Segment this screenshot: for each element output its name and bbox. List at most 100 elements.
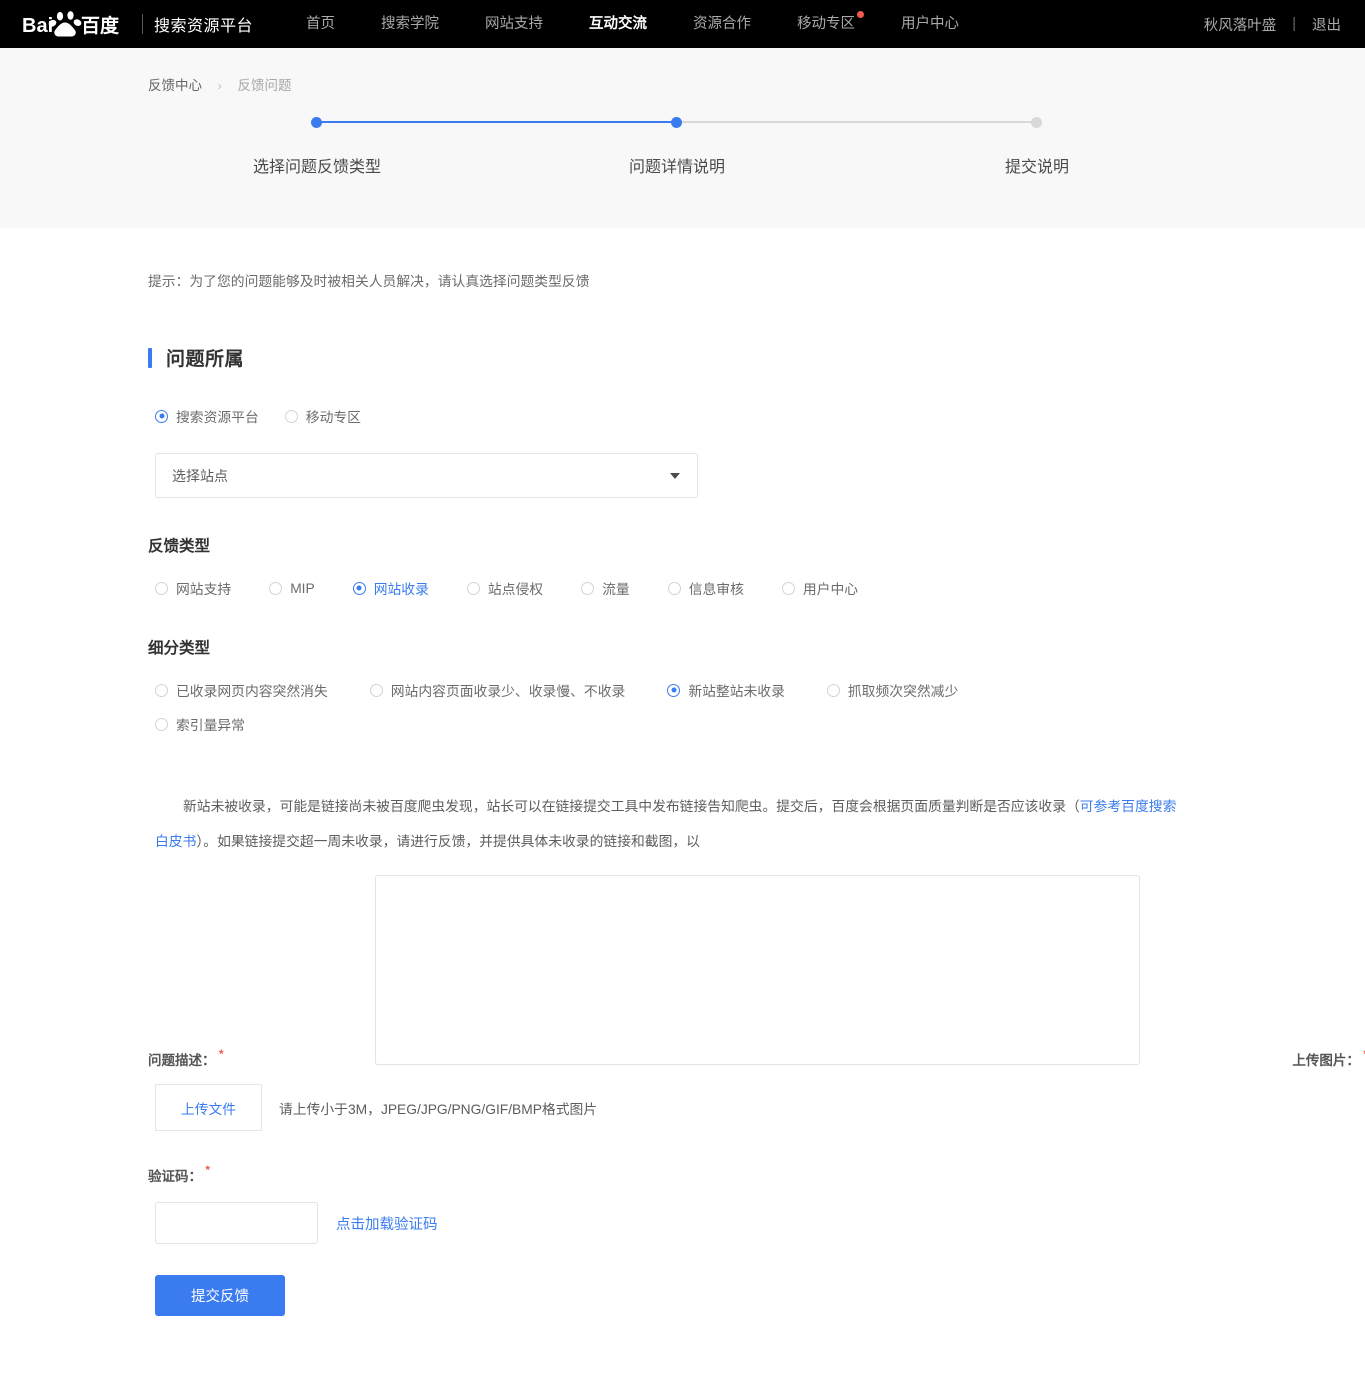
notification-dot-icon xyxy=(857,11,865,18)
radio-dot-icon xyxy=(781,581,795,595)
radio-dot-icon xyxy=(269,581,283,595)
brand-title: 搜索资源平台 xyxy=(154,18,254,35)
nav-item-search-academy[interactable]: 搜索学院 xyxy=(358,0,462,48)
feedback-type-heading: 反馈类型 xyxy=(148,538,211,555)
radio-feedback-site-inclusion[interactable]: 网站收录 xyxy=(352,578,429,598)
step-label-2: 问题详情说明 xyxy=(628,159,726,176)
nav-logout-link[interactable]: 退出 xyxy=(1312,14,1341,35)
nav-item-user-center[interactable]: 用户中心 xyxy=(878,0,982,48)
radio-subtype-few-slow-inclusion[interactable]: 网站内容页面收录少、收录慢、不收录 xyxy=(369,680,626,700)
radio-platform-mobile-zone[interactable]: 移动专区 xyxy=(284,406,361,426)
radio-dot-icon xyxy=(826,683,840,697)
subtype-description-paragraph: 新站未被收录，可能是链接尚未被百度爬虫发现，站长可以在链接提交工具中发布链接告知… xyxy=(155,789,1190,859)
sub-type-heading: 细分类型 xyxy=(148,640,211,657)
baidu-logo-icon[interactable]: Bai 百度 xyxy=(22,11,130,37)
main-content: 提示：为了您的问题能够及时被相关人员解决，请认真选择问题类型反馈 问题所属 搜索… xyxy=(0,270,1365,1356)
nav-item-site-support[interactable]: 网站支持 xyxy=(462,0,566,48)
upload-image-label: 上传图片： * xyxy=(1292,1047,1365,1069)
desc-part2: ）。如果链接提交超一周未收录，请进行反馈，并提供具体未收录的链接和截图，以 xyxy=(196,834,700,850)
required-asterisk-icon: * xyxy=(205,1163,210,1178)
nav-item-resource-cooperation[interactable]: 资源合作 xyxy=(670,0,774,48)
radio-dot-icon xyxy=(284,409,298,423)
captcha-label: 验证码： * xyxy=(148,1163,210,1185)
radio-dot-icon xyxy=(667,581,681,595)
breadcrumb-root[interactable]: 反馈中心 xyxy=(148,78,202,93)
captcha-row: 点击加载验证码 xyxy=(155,1202,1365,1245)
page-tip-text: 提示：为了您的问题能够及时被相关人员解决，请认真选择问题类型反馈 xyxy=(148,274,590,289)
radio-label: 信息审核 xyxy=(688,582,744,597)
nav-item-interaction[interactable]: 互动交流 xyxy=(566,0,670,48)
nav-user-area: 秋风落叶盛 | 退出 xyxy=(1204,0,1341,48)
svg-text:百度: 百度 xyxy=(81,14,120,37)
radio-dot-icon xyxy=(466,581,480,595)
radio-feedback-traffic[interactable]: 流量 xyxy=(581,578,630,598)
radio-dot-icon xyxy=(155,409,168,423)
radio-label: MIP xyxy=(290,580,315,596)
radio-label: 移动专区 xyxy=(305,410,361,425)
radio-label: 新站整站未收录 xyxy=(688,684,785,699)
problem-description-label-text: 问题描述： xyxy=(148,1053,216,1069)
radio-label: 网站内容页面收录少、收录慢、不收录 xyxy=(390,684,626,699)
radio-dot-icon xyxy=(155,717,168,731)
nav-item-mobile-zone[interactable]: 移动专区 xyxy=(774,0,878,48)
svg-text:Bai: Bai xyxy=(22,15,53,37)
required-asterisk-icon: * xyxy=(218,1047,224,1062)
step-dot-1[interactable] xyxy=(311,116,322,128)
radio-subtype-index-abnormal[interactable]: 索引量异常 xyxy=(155,714,245,734)
radio-feedback-site-support[interactable]: 网站支持 xyxy=(155,578,231,598)
brand-block[interactable]: Bai 百度 搜索资源平台 xyxy=(22,11,253,37)
page-title: 问题所属 xyxy=(166,349,245,370)
radio-feedback-user-center[interactable]: 用户中心 xyxy=(781,578,859,598)
site-select[interactable]: 选择站点 xyxy=(155,453,698,498)
radio-dot-icon xyxy=(581,581,595,595)
radio-label: 网站支持 xyxy=(176,582,232,597)
radio-platform-search-resource[interactable]: 搜索资源平台 xyxy=(155,406,259,426)
site-select-value: 选择站点 xyxy=(172,467,228,484)
radio-subtype-content-disappeared[interactable]: 已收录网页内容突然消失 xyxy=(155,680,328,700)
radio-dot-icon xyxy=(155,581,168,595)
nav-item-home[interactable]: 首页 xyxy=(283,0,358,48)
step-progress-indicator: 选择问题反馈类型 问题详情说明 提交说明 xyxy=(0,116,1365,221)
chevron-down-icon xyxy=(670,472,680,479)
radio-label: 抓取频次突然减少 xyxy=(847,684,959,699)
sub-type-radio-group-row1: 已收录网页内容突然消失 网站内容页面收录少、收录慢、不收录 新站整站未收录 抓取… xyxy=(155,680,1365,700)
reload-captcha-link[interactable]: 点击加载验证码 xyxy=(336,1213,438,1234)
brand-divider xyxy=(142,14,143,34)
breadcrumb-separator-icon: › xyxy=(217,79,222,93)
feedback-type-radio-group: 网站支持 MIP 网站收录 站点侵权 流量 信息审核 用户中心 xyxy=(155,578,1365,598)
problem-description-textarea[interactable] xyxy=(374,875,1140,1066)
radio-label: 用户中心 xyxy=(802,582,859,597)
desc-part1: 新站未被收录，可能是链接尚未被百度爬虫发现，站长可以在链接提交工具中发布链接告知… xyxy=(183,799,1080,814)
captcha-input[interactable] xyxy=(155,1202,318,1245)
nav-username[interactable]: 秋风落叶盛 xyxy=(1204,14,1277,35)
step-line-2-3 xyxy=(676,121,1036,123)
upload-hint-text: 请上传小于3M，JPEG/JPG/PNG/GIF/BMP格式图片 xyxy=(279,1101,598,1117)
captcha-label-text: 验证码： xyxy=(148,1169,202,1185)
radio-label: 流量 xyxy=(602,582,630,597)
step-label-3: 提交说明 xyxy=(1004,159,1070,176)
radio-feedback-mip[interactable]: MIP xyxy=(269,581,315,596)
radio-dot-icon xyxy=(352,581,366,595)
radio-feedback-info-review[interactable]: 信息审核 xyxy=(667,578,744,598)
radio-label: 索引量异常 xyxy=(176,718,245,733)
upload-file-button[interactable]: 上传文件 xyxy=(155,1084,262,1132)
radio-subtype-crawl-frequency-drop[interactable]: 抓取频次突然减少 xyxy=(826,680,959,700)
step-dot-2[interactable] xyxy=(671,116,682,128)
radio-dot-icon xyxy=(667,683,681,697)
radio-label: 已收录网页内容突然消失 xyxy=(176,684,328,699)
step-label-1: 选择问题反馈类型 xyxy=(252,159,382,176)
steps-block: 反馈中心 › 反馈问题 选择问题反馈类型 问题详情说明 提交说明 xyxy=(0,48,1365,228)
radio-feedback-site-infringement[interactable]: 站点侵权 xyxy=(466,578,544,598)
step-line-1-2 xyxy=(322,121,674,123)
problem-description-label: 问题描述： * xyxy=(148,1047,224,1069)
step-dot-3[interactable] xyxy=(1031,116,1042,128)
radio-label: 站点侵权 xyxy=(487,582,544,597)
nav-user-separator: | xyxy=(1292,16,1296,32)
sub-type-radio-group-row2: 索引量异常 xyxy=(155,714,1365,734)
platform-radio-group: 搜索资源平台 移动专区 xyxy=(155,406,1365,426)
radio-subtype-new-site-not-indexed[interactable]: 新站整站未收录 xyxy=(667,680,785,700)
radio-dot-icon xyxy=(155,683,168,697)
submit-feedback-button[interactable]: 提交反馈 xyxy=(155,1275,285,1317)
radio-dot-icon xyxy=(369,683,383,697)
upload-image-label-text: 上传图片： xyxy=(1292,1053,1360,1069)
